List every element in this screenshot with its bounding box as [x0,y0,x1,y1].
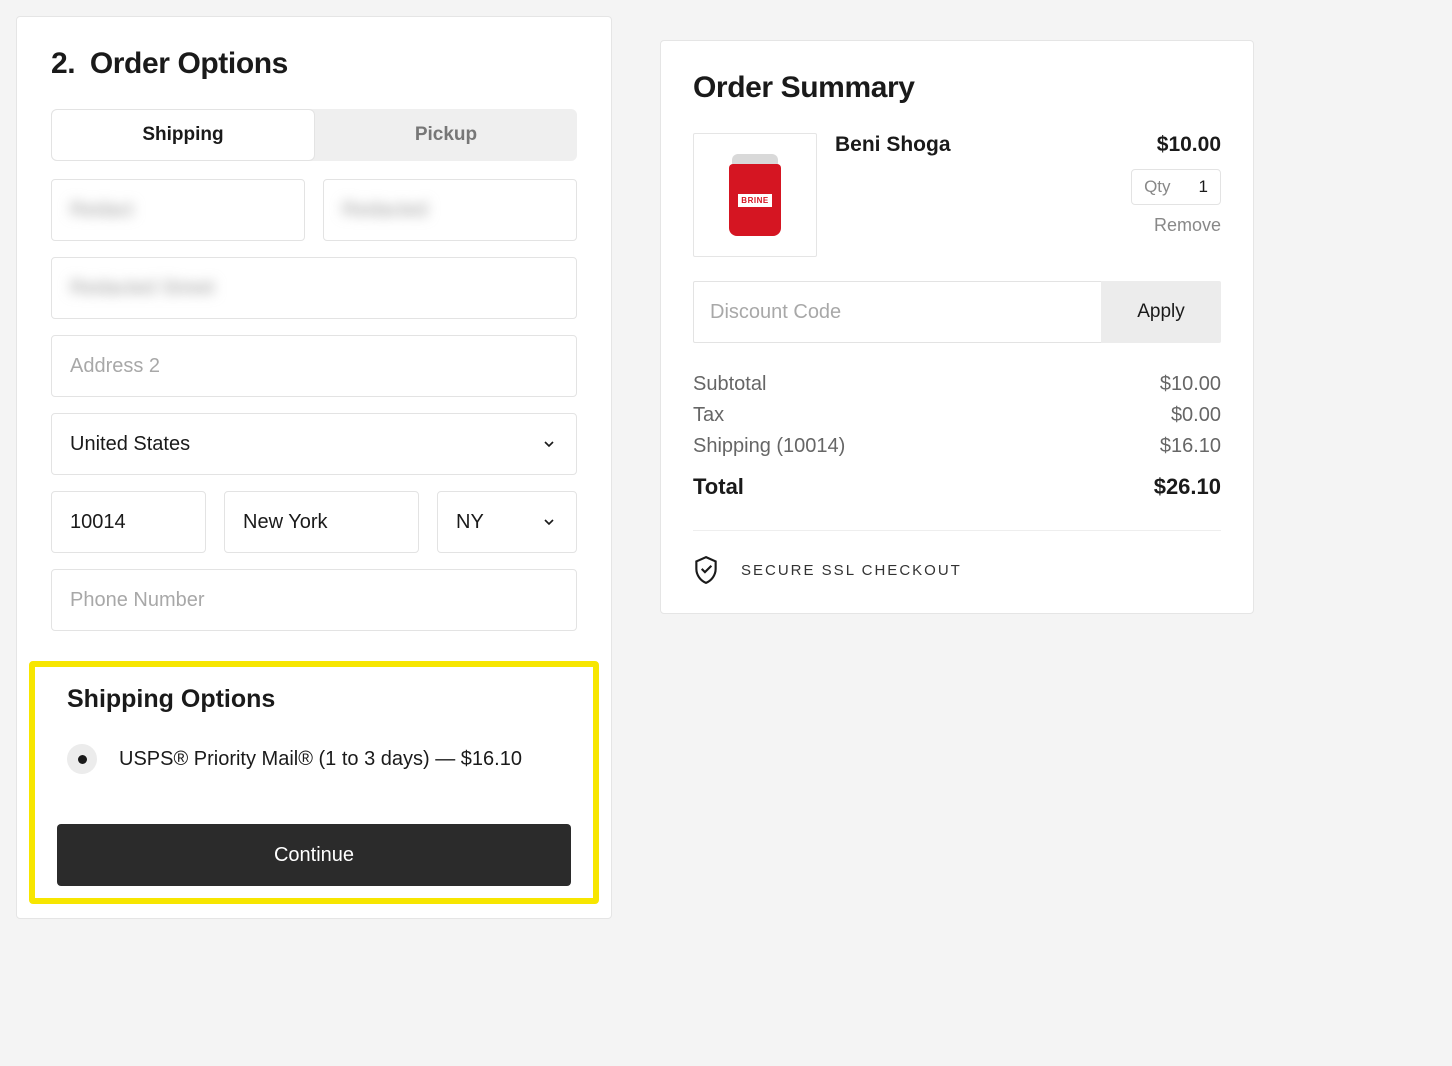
chevron-down-icon [540,513,558,531]
subtotal-label: Subtotal [693,373,766,396]
address1-value: Redacted Street [70,277,215,300]
apply-discount-button[interactable]: Apply [1101,281,1221,343]
first-name-value: Redact [70,199,133,222]
shipping-options-title: Shipping Options [67,685,571,714]
tax-label: Tax [693,404,724,427]
discount-code-input[interactable] [693,281,1101,343]
tax-value: $0.00 [1171,404,1221,427]
cart-item: BRINE Beni Shoga $10.00 Qty 1 Remove [693,133,1221,257]
city-value: New York [243,511,328,534]
state-select[interactable]: NY [437,491,577,553]
shipping-label: Shipping (10014) [693,435,845,458]
last-name-field[interactable]: Redacted [323,179,577,241]
order-summary-panel: Order Summary BRINE Beni Shoga $10.00 Qt… [660,40,1254,614]
order-options-title: 2. Order Options [51,47,577,81]
quantity-stepper[interactable]: Qty 1 [1131,169,1221,205]
shipping-option-row[interactable]: USPS® Priority Mail® (1 to 3 days) — $16… [67,744,571,774]
zip-value: 10014 [70,511,126,534]
order-summary-title: Order Summary [693,71,1221,105]
total-value: $26.10 [1154,474,1221,500]
totals-block: Subtotal $10.00 Tax $0.00 Shipping (1001… [693,373,1221,500]
jar-icon: BRINE [725,154,785,236]
first-name-field[interactable]: Redact [51,179,305,241]
address2-input[interactable] [70,355,558,378]
ssl-text: SECURE SSL CHECKOUT [741,562,962,579]
jar-label: BRINE [738,194,771,207]
order-options-panel: 2. Order Options Shipping Pickup Redact … [16,16,612,919]
tab-shipping[interactable]: Shipping [51,109,315,161]
item-price: $10.00 [1157,133,1221,157]
address2-field[interactable] [51,335,577,397]
ssl-row: SECURE SSL CHECKOUT [693,555,1221,585]
address1-field[interactable]: Redacted Street [51,257,577,319]
radio-selected-icon[interactable] [67,744,97,774]
discount-row: Apply [693,281,1221,343]
delivery-tabs: Shipping Pickup [51,109,577,161]
subtotal-value: $10.00 [1160,373,1221,396]
item-name: Beni Shoga [835,133,951,157]
shipping-option-label: USPS® Priority Mail® (1 to 3 days) — $16… [119,748,522,771]
phone-field[interactable] [51,569,577,631]
chevron-down-icon [540,435,558,453]
zip-field[interactable]: 10014 [51,491,206,553]
remove-item-link[interactable]: Remove [835,215,1221,236]
divider [693,530,1221,531]
qty-label: Qty [1144,177,1170,197]
country-value: United States [70,433,190,456]
last-name-value: Redacted [342,199,428,222]
continue-button[interactable]: Continue [57,824,571,886]
shipping-options-highlight: Shipping Options USPS® Priority Mail® (1… [29,661,599,904]
qty-value: 1 [1199,177,1208,197]
product-thumbnail: BRINE [693,133,817,257]
state-value: NY [456,511,484,534]
shield-check-icon [693,555,719,585]
country-select[interactable]: United States [51,413,577,475]
shipping-value: $16.10 [1160,435,1221,458]
tab-pickup[interactable]: Pickup [315,109,577,161]
city-field[interactable]: New York [224,491,419,553]
total-label: Total [693,474,744,500]
phone-input[interactable] [70,589,558,612]
